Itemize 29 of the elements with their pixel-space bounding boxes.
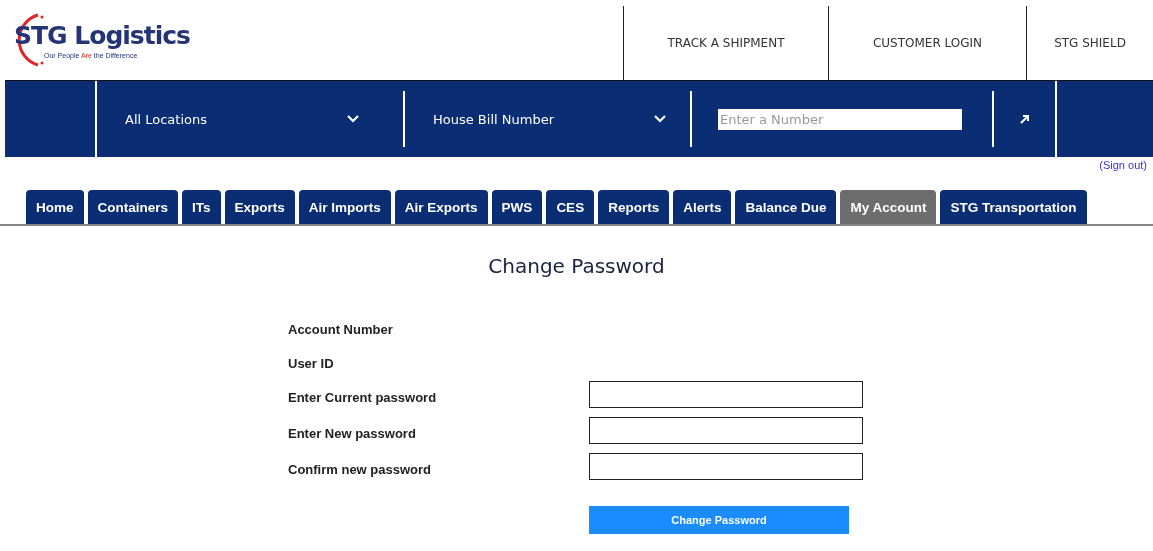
nav-tab[interactable]: CES bbox=[546, 190, 595, 224]
nav-tab[interactable]: Alerts bbox=[673, 190, 732, 224]
form-label: Enter Current password bbox=[288, 390, 438, 405]
chevron-down-icon bbox=[654, 115, 666, 123]
nav-tab[interactable]: Air Imports bbox=[298, 190, 391, 224]
nav-tab[interactable]: Air Exports bbox=[394, 190, 488, 224]
nav-tab[interactable]: ITs bbox=[182, 190, 221, 224]
nav-tab[interactable]: PWS bbox=[491, 190, 543, 224]
password-field[interactable] bbox=[589, 453, 863, 480]
password-field[interactable] bbox=[589, 381, 863, 408]
nav-tab[interactable]: Reports bbox=[598, 190, 670, 224]
form-label: User ID bbox=[288, 356, 335, 371]
location-dropdown[interactable]: All Locations bbox=[95, 81, 403, 157]
nav-tab[interactable]: Exports bbox=[224, 190, 295, 224]
form-label: Confirm new password bbox=[288, 462, 433, 477]
nav-tab[interactable]: STG Transportation bbox=[940, 190, 1087, 224]
sign-out-link[interactable]: (Sign out) bbox=[1099, 159, 1147, 190]
nav-tab[interactable]: My Account bbox=[840, 190, 937, 224]
number-type-dropdown[interactable]: House Bill Number bbox=[403, 91, 690, 147]
nav-tab[interactable]: Home bbox=[26, 190, 84, 224]
nav-tab[interactable]: Containers bbox=[87, 190, 179, 224]
password-field[interactable] bbox=[589, 417, 863, 444]
chevron-down-icon bbox=[347, 115, 359, 123]
form-label: Enter New password bbox=[288, 426, 417, 441]
arrow-up-right-icon bbox=[1019, 113, 1030, 125]
number-input-field[interactable]: Enter a Number bbox=[718, 108, 962, 130]
nav-tab[interactable]: Balance Due bbox=[735, 190, 837, 224]
form-label: Account Number bbox=[288, 322, 394, 337]
page-title: Change Password bbox=[487, 254, 666, 278]
